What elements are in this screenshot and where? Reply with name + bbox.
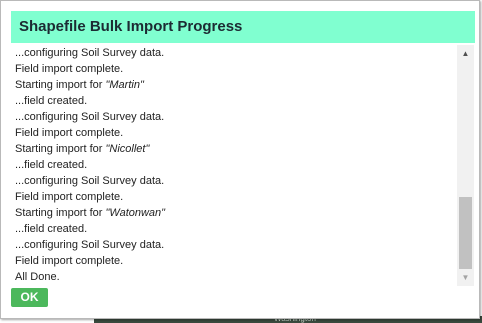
log-line-name: "Martin" — [105, 79, 144, 91]
log-line-text: Starting import for — [15, 207, 106, 219]
log-line-text: Starting import for — [15, 143, 106, 155]
log-line: Starting import for "Nicollet" — [11, 141, 457, 157]
dialog-title-bar: Shapefile Bulk Import Progress — [11, 11, 475, 43]
log-line-name: "Watonwan" — [105, 207, 166, 219]
log-line: ...field created. — [11, 157, 457, 173]
log-scrollbar[interactable]: ▲ ▼ — [457, 45, 474, 286]
log-line-text: ...configuring Soil Survey data. — [15, 175, 165, 187]
scroll-down-arrow-icon[interactable]: ▼ — [457, 269, 474, 286]
log-line: Field import complete. — [11, 253, 457, 269]
log-line: ...field created. — [11, 221, 457, 237]
log-line: ...configuring Soil Survey data. — [11, 173, 457, 189]
log-line: ...configuring Soil Survey data. — [11, 109, 457, 125]
log-line-text: Field import complete. — [15, 63, 124, 75]
log-line: Starting import for "Watonwan" — [11, 205, 457, 221]
log-line: Field import complete. — [11, 189, 457, 205]
log-line-text: ...configuring Soil Survey data. — [15, 47, 165, 59]
log-line-text: Field import complete. — [15, 255, 124, 267]
log-line-text: Starting import for — [15, 79, 106, 91]
log-line: ...field created. — [11, 93, 457, 109]
log-line: ...configuring Soil Survey data. — [11, 45, 457, 61]
dialog-title: Shapefile Bulk Import Progress — [19, 18, 243, 35]
log-line-text: ...field created. — [15, 95, 88, 107]
log-line-text: Field import complete. — [15, 127, 124, 139]
log-line-text: All Done. — [15, 271, 60, 283]
import-progress-dialog: Shapefile Bulk Import Progress ...config… — [0, 0, 480, 319]
log-line: All Done. — [11, 269, 457, 285]
scrollbar-thumb[interactable] — [459, 197, 472, 269]
log-line-text: ...field created. — [15, 159, 88, 171]
log-line-text: Field import complete. — [15, 191, 124, 203]
log-line: Starting import for "Martin" — [11, 77, 457, 93]
log-line-text: ...configuring Soil Survey data. — [15, 239, 165, 251]
progress-log: ...configuring Soil Survey data. Field i… — [11, 45, 457, 286]
scroll-up-arrow-icon[interactable]: ▲ — [457, 45, 474, 62]
log-line: ...configuring Soil Survey data. — [11, 237, 457, 253]
log-line-name: "Nicollet" — [105, 143, 150, 155]
log-line-text: ...configuring Soil Survey data. — [15, 111, 165, 123]
log-line: Field import complete. — [11, 125, 457, 141]
log-line: Field import complete. — [11, 61, 457, 77]
log-line-text: ...field created. — [15, 223, 88, 235]
ok-button[interactable]: OK — [11, 288, 48, 307]
